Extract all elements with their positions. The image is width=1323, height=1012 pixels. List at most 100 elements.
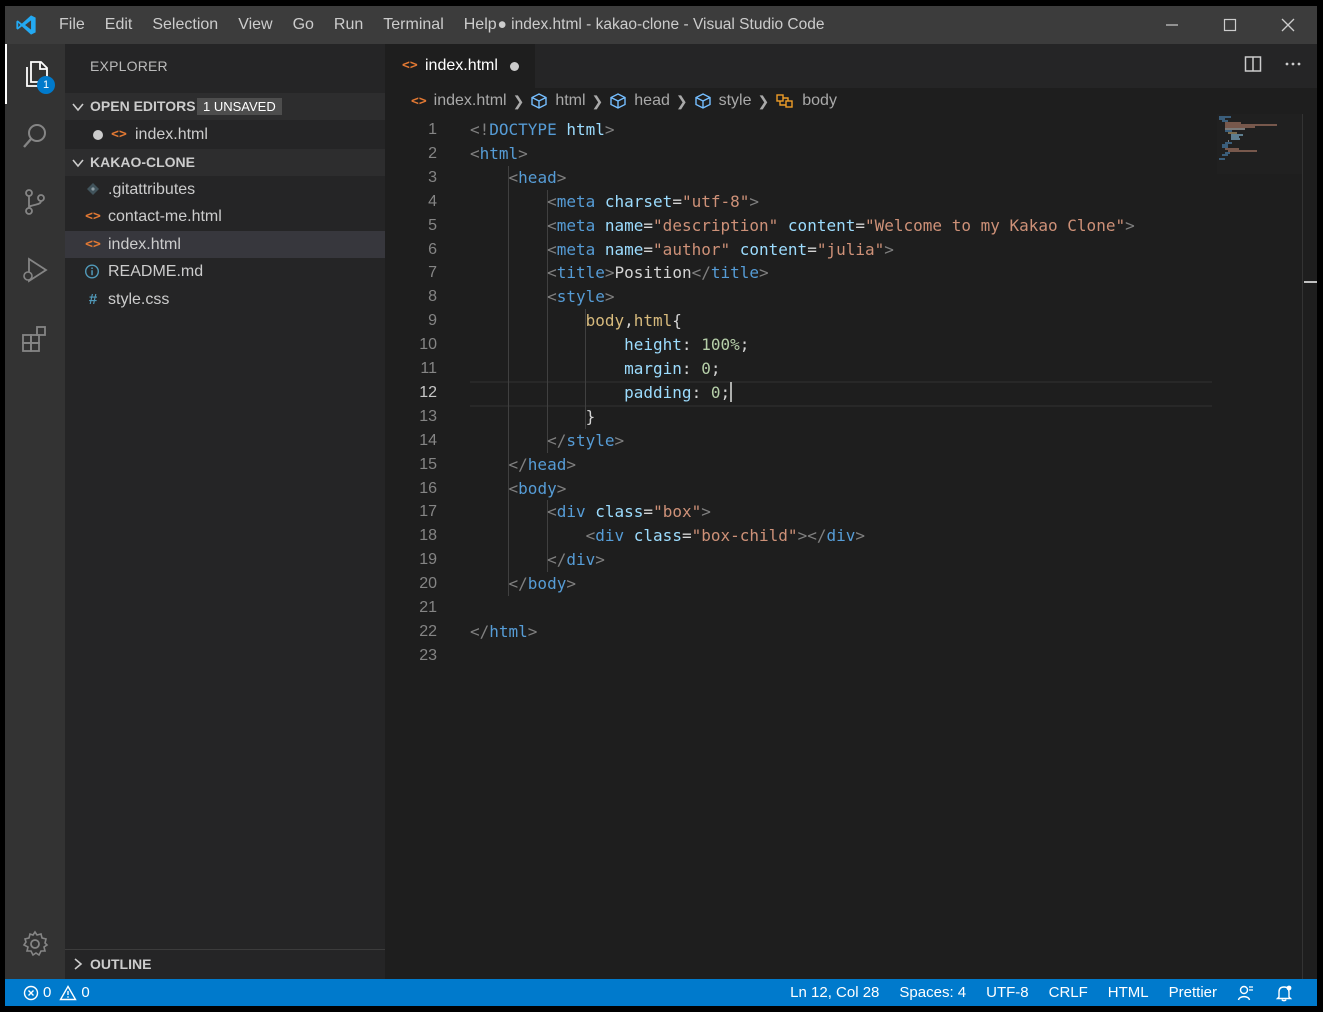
line-number: 18 [419,527,437,545]
line-text: <head> [508,167,567,187]
notifications-button[interactable] [1265,984,1303,1002]
code-line: 23 [385,644,1217,668]
activity-explorer[interactable]: 1 [5,44,65,104]
breadcrumb-head[interactable]: head [609,92,670,110]
line-number: 22 [419,622,437,640]
line-text: } [585,406,596,426]
code-line: 19 </div> [385,548,1217,572]
gear-icon [22,930,49,957]
code-line: 14 </style> [385,429,1217,453]
html-icon: <> [402,58,418,73]
breadcrumb-label: index.html [433,92,507,109]
line-number: 19 [419,551,437,569]
minimize-button[interactable] [1143,6,1201,44]
line-number: 9 [428,312,437,330]
minimap[interactable] [1217,114,1302,979]
maximize-icon [1223,18,1237,32]
line-text: height: 100%; [624,335,750,355]
editor-actions [1243,54,1303,74]
end-of-line[interactable]: CRLF [1039,979,1098,1006]
file-name: .gitattributes [108,181,196,198]
chevron-down-icon [72,103,84,112]
menu-selection[interactable]: Selection [142,6,228,44]
maximize-button[interactable] [1201,6,1259,44]
language-mode[interactable]: HTML [1098,979,1159,1006]
open-editors-header[interactable]: OPEN EDITORS 1 UNSAVED [65,93,385,120]
search-icon [23,124,46,148]
menu-go[interactable]: Go [283,6,324,44]
vscode-logo-icon[interactable] [15,14,37,36]
split-editor-icon[interactable] [1243,54,1263,74]
activity-run-debug[interactable] [5,240,65,300]
encoding[interactable]: UTF-8 [976,979,1039,1006]
activity-manage[interactable] [5,914,65,974]
line-number: 15 [419,455,437,473]
menu-terminal[interactable]: Terminal [373,6,453,44]
activity-extensions[interactable] [5,308,65,368]
status-bar: 0 0 Ln 12, Col 28 Spaces: 4 UTF-8 CRLF H… [5,979,1317,1006]
code-line: 8 <style> [385,285,1217,309]
close-window-button[interactable] [1259,6,1317,44]
unsaved-dot-icon[interactable] [510,62,519,71]
activity-source-control[interactable] [5,172,65,232]
indentation[interactable]: Spaces: 4 [889,979,976,1006]
outline-header[interactable]: OUTLINE [65,949,385,980]
code-editor[interactable]: 1 <!DOCTYPE html> 2 <html> 3 <head> 4 <meta c… [385,114,1217,979]
breadcrumb-html[interactable]: html [530,92,586,110]
code-line: 21 [385,596,1217,620]
unsaved-badge: 1 UNSAVED [197,98,282,115]
breadcrumb: <> index.html ❯ html ❯ head ❯ style ❯ bo… [385,88,1317,114]
line-text: body,html{ [585,311,682,331]
tab-index-html[interactable]: <> index.html [385,44,535,88]
element-cube-icon [531,93,548,109]
file-item[interactable]: .gitattributes [65,176,385,203]
menu-help[interactable]: Help [454,6,507,44]
chevron-right-icon [74,958,83,970]
line-text: <meta name="description" content="Welcom… [547,215,1135,235]
cursor-position[interactable]: Ln 12, Col 28 [780,979,889,1006]
feedback-icon [1237,985,1253,1000]
menu-run[interactable]: Run [324,6,373,44]
warning-count: 0 [81,984,90,1001]
line-text: <title>Position</title> [547,263,769,283]
code-line: 2 <html> [385,142,1217,166]
line-text: <div class="box"> [547,502,711,522]
file-item[interactable]: <> contact-me.html [65,203,385,230]
file-item[interactable]: <> index.html [65,231,385,258]
more-actions-icon[interactable] [1283,54,1303,74]
breadcrumb-body[interactable]: body [775,92,837,110]
open-editor-item[interactable]: <> index.html [65,121,385,148]
line-number: 5 [428,216,437,234]
breadcrumb-style[interactable]: style [694,92,752,110]
project-header[interactable]: KAKAO-CLONE [65,149,385,176]
activity-search[interactable] [5,106,65,166]
code-line: 6 <meta name="author" content="julia"> [385,238,1217,262]
line-number: 11 [420,360,437,377]
unsaved-dot-icon[interactable] [93,130,103,140]
file-item[interactable]: README.md [65,258,385,285]
explorer-sidebar: EXPLORER OPEN EDITORS 1 UNSAVED <> index… [65,44,385,980]
menu-bar: File Edit Selection View Go Run Terminal… [49,6,507,44]
feedback-button[interactable] [1227,984,1265,1002]
code-line: 1 <!DOCTYPE html> [385,118,1217,142]
menu-edit[interactable]: Edit [95,6,143,44]
sidebar-title: EXPLORER [90,58,168,74]
line-number: 14 [419,431,437,449]
vertical-scrollbar[interactable] [1302,114,1317,979]
problems-indicator[interactable]: 0 0 [23,979,90,1006]
vscode-window: File Edit Selection View Go Run Terminal… [5,6,1317,1006]
element-cube-icon [610,93,626,109]
line-number: 1 [428,121,437,138]
code-line: 9 body,html{ [385,309,1217,333]
title-bar: File Edit Selection View Go Run Terminal… [5,6,1317,44]
code-line: 5 <meta name="description" content="Welc… [385,214,1217,238]
code-line: 12 padding: 0; [385,381,1217,405]
file-item[interactable]: # style.css [65,286,385,313]
breadcrumb-file[interactable]: <> index.html [411,92,507,110]
formatter[interactable]: Prettier [1159,979,1227,1006]
menu-view[interactable]: View [228,6,282,44]
menu-file[interactable]: File [49,6,95,44]
line-text: <style> [547,287,615,307]
line-number: 20 [419,575,437,593]
css-hash-icon: # [88,291,98,308]
